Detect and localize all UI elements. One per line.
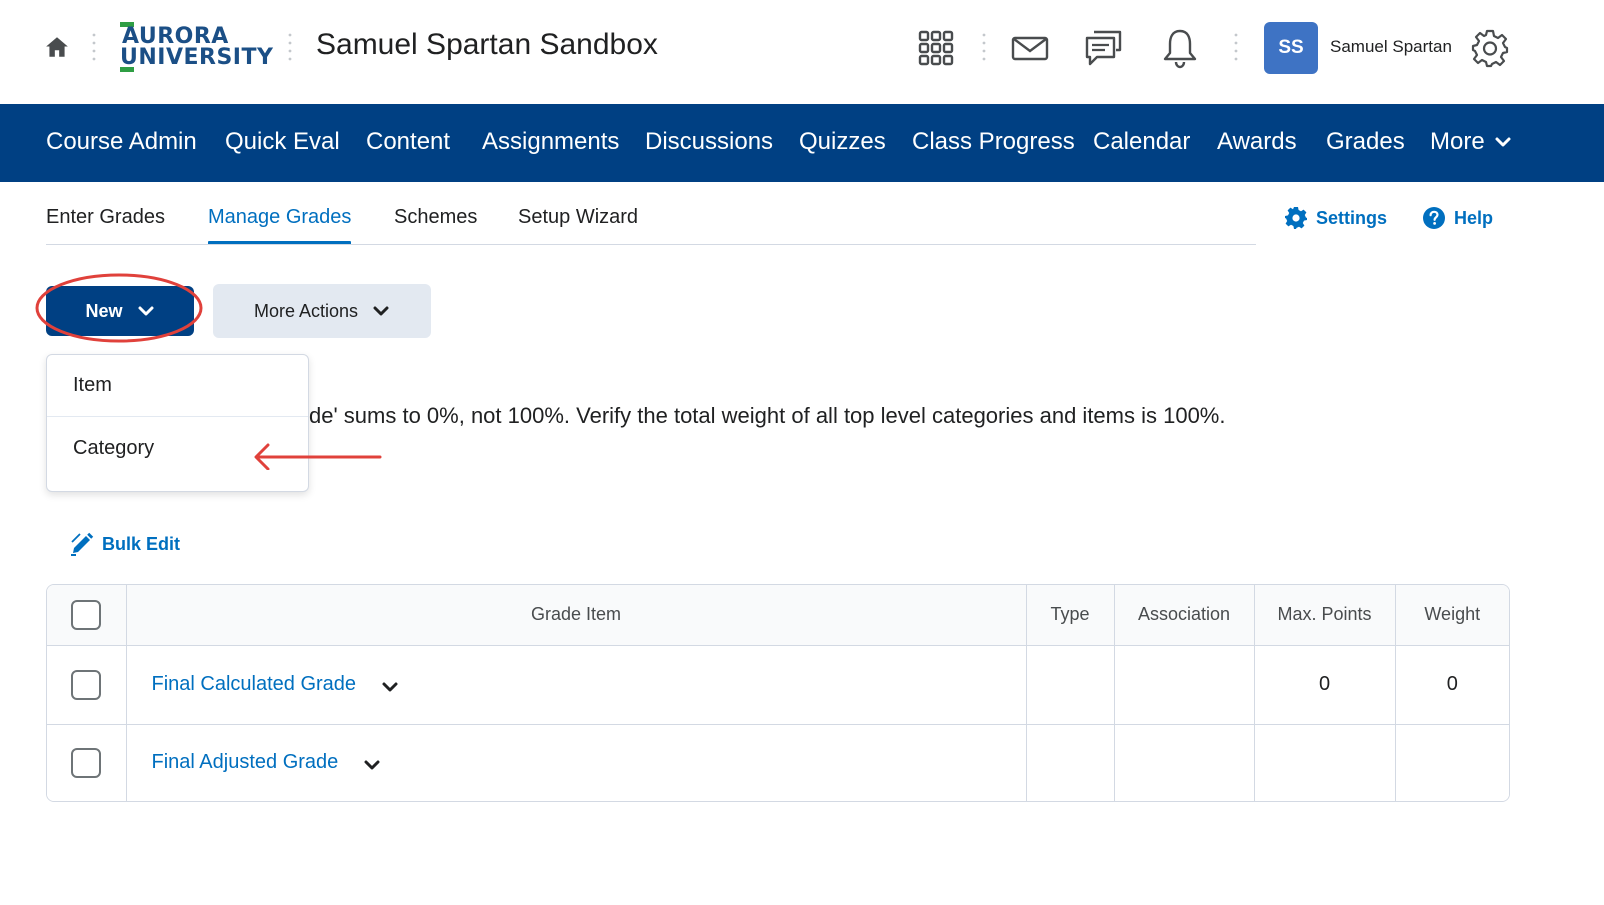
bulk-edit-button[interactable]: Bulk Edit	[70, 532, 180, 556]
nav-more[interactable]: More	[1430, 128, 1485, 156]
tab-setup-wizard[interactable]: Setup Wizard	[518, 206, 638, 229]
pencil-icon	[71, 532, 94, 556]
chevron-down-icon	[138, 306, 153, 316]
bell-icon[interactable]	[1158, 26, 1202, 70]
separator-dots	[982, 33, 986, 61]
nav-quick-eval[interactable]: Quick Eval	[225, 128, 340, 156]
bulk-edit-label: Bulk Edit	[102, 533, 181, 554]
mail-icon[interactable]	[1008, 26, 1052, 70]
user-name[interactable]: Samuel Spartan	[1330, 37, 1452, 57]
separator-dots	[1234, 33, 1238, 61]
settings-gear-icon	[1285, 207, 1307, 229]
weight-warning-message: de' sums to 0%, not 100%. Verify the tot…	[309, 403, 1226, 428]
top-header: AURORA UNIVERSITY Samuel Spartan Sandbox…	[0, 0, 1604, 104]
grade-items-table: Grade Item Type Association Max. Points …	[46, 584, 1510, 802]
nav-class-progress[interactable]: Class Progress	[912, 128, 1075, 156]
grade-item-name[interactable]: Final Calculated Grade	[152, 673, 357, 696]
type-cell	[1026, 645, 1115, 725]
new-button-label: New	[85, 300, 123, 321]
nav-awards[interactable]: Awards	[1217, 128, 1297, 156]
max-points-cell: 0	[1254, 645, 1396, 725]
settings-button[interactable]: Settings	[1284, 206, 1387, 230]
course-title[interactable]: Samuel Spartan Sandbox	[316, 28, 658, 62]
table-row: Final Adjusted Grade	[47, 724, 1509, 801]
column-header-max-points[interactable]: Max. Points	[1254, 585, 1396, 646]
separator-dots	[288, 33, 292, 61]
help-label: Help	[1454, 207, 1494, 228]
logo-text-university: UNIVERSITY	[120, 45, 274, 70]
nav-assignments[interactable]: Assignments	[482, 128, 619, 156]
row-checkbox[interactable]	[71, 747, 102, 778]
tabs-divider	[46, 244, 1256, 245]
more-actions-button[interactable]: More Actions	[213, 284, 431, 338]
help-button[interactable]: Help	[1422, 206, 1493, 230]
settings-label: Settings	[1316, 207, 1388, 228]
select-all-cell	[47, 585, 127, 646]
gear-icon[interactable]	[1470, 28, 1510, 68]
nav-discussions[interactable]: Discussions	[645, 128, 773, 156]
column-header-association[interactable]: Association	[1114, 585, 1255, 646]
grade-item-link[interactable]: Final Adjusted Grade	[127, 751, 1026, 774]
grade-item-name[interactable]: Final Adjusted Grade	[152, 751, 339, 774]
menu-item-item[interactable]: Item	[47, 355, 308, 417]
column-header-weight[interactable]: Weight	[1395, 585, 1509, 646]
max-points-cell	[1254, 724, 1396, 801]
grade-item-link[interactable]: Final Calculated Grade	[127, 673, 1026, 696]
select-all-checkbox[interactable]	[71, 599, 102, 630]
more-actions-label: More Actions	[253, 300, 359, 321]
table-row: Final Calculated Grade 0 0	[47, 645, 1509, 725]
nav-course-admin[interactable]: Course Admin	[46, 128, 197, 156]
separator-dots	[92, 33, 96, 61]
chevron-down-icon[interactable]	[380, 681, 400, 693]
tab-schemes[interactable]: Schemes	[394, 206, 477, 229]
tab-manage-grades[interactable]: Manage Grades	[208, 206, 351, 229]
menu-item-category[interactable]: Category	[47, 417, 308, 479]
tab-enter-grades[interactable]: Enter Grades	[46, 206, 165, 229]
association-cell	[1114, 724, 1255, 801]
new-dropdown-menu: Item Category	[46, 354, 309, 492]
row-checkbox[interactable]	[71, 669, 102, 700]
nav-quizzes[interactable]: Quizzes	[799, 128, 886, 156]
chevron-down-icon[interactable]	[1494, 136, 1512, 148]
type-cell	[1026, 724, 1115, 801]
chat-icon[interactable]	[1082, 26, 1126, 70]
user-avatar[interactable]: SS	[1264, 22, 1318, 74]
table-header-row: Grade Item Type Association Max. Points …	[47, 585, 1509, 646]
nav-calendar[interactable]: Calendar	[1093, 128, 1190, 156]
column-header-grade-item[interactable]: Grade Item	[126, 585, 1027, 646]
app-grid-icon[interactable]	[914, 26, 958, 70]
nav-grades[interactable]: Grades	[1326, 128, 1405, 156]
home-icon[interactable]	[44, 34, 70, 60]
chevron-down-icon[interactable]	[362, 759, 382, 771]
association-cell	[1114, 645, 1255, 725]
weight-cell: 0	[1395, 645, 1509, 725]
course-navbar: Course Admin Quick Eval Content Assignme…	[0, 104, 1604, 182]
help-icon	[1423, 207, 1445, 229]
new-button[interactable]: New	[46, 286, 194, 336]
column-header-type[interactable]: Type	[1026, 585, 1115, 646]
university-logo[interactable]: AURORA UNIVERSITY	[120, 22, 273, 72]
chevron-down-icon	[373, 306, 389, 316]
nav-content[interactable]: Content	[366, 128, 450, 156]
weight-cell	[1395, 724, 1509, 801]
